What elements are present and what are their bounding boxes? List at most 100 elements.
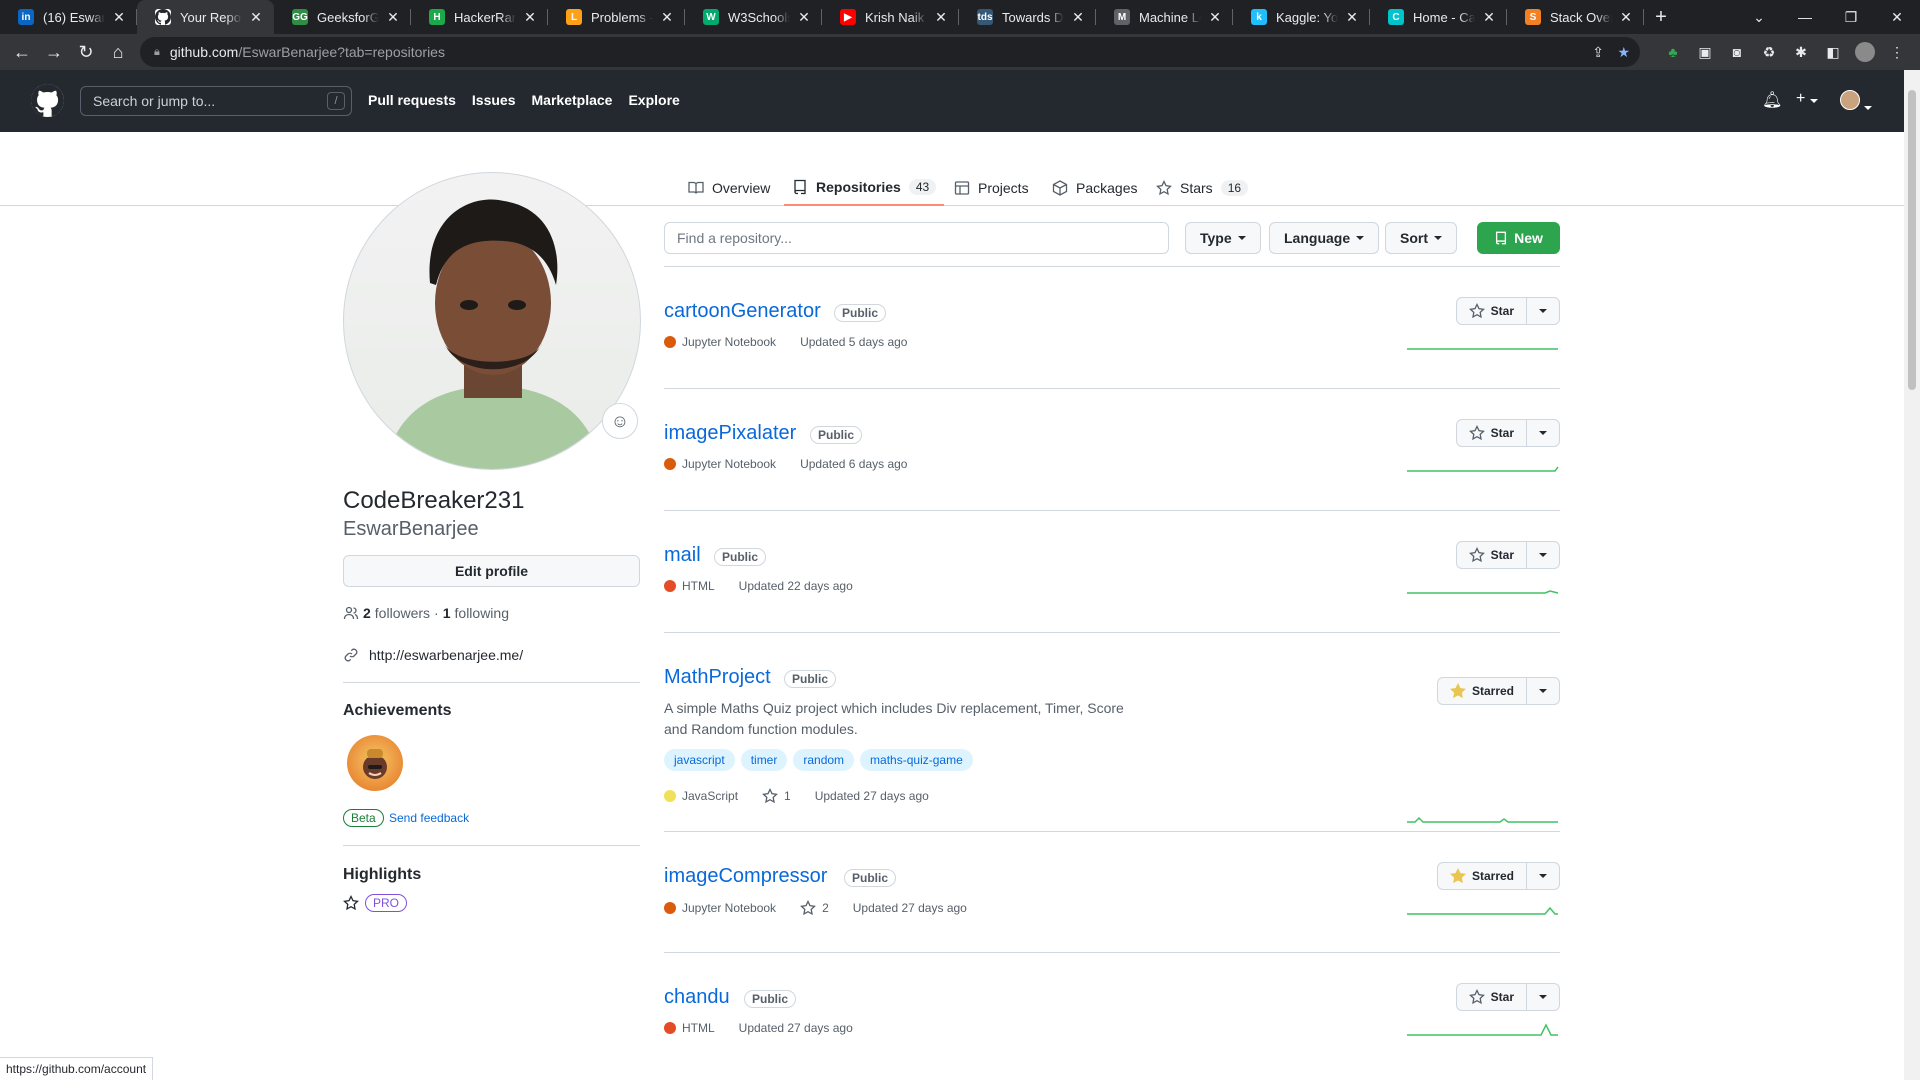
star-button[interactable]: Star <box>1455 983 1560 1011</box>
topic-tag[interactable]: timer <box>740 749 788 771</box>
page-scrollbar[interactable] <box>1904 70 1920 1080</box>
bell-icon[interactable]: 🔔︎ <box>1762 90 1782 110</box>
repo-name-link[interactable]: MathProject <box>664 666 771 689</box>
close-tab-icon[interactable]: ✕ <box>1070 9 1086 26</box>
star-list-dropdown[interactable] <box>1527 542 1559 568</box>
unstar-button[interactable]: Starred <box>1436 677 1560 705</box>
browser-profile-avatar[interactable] <box>1852 39 1878 65</box>
language-filter-button[interactable]: Language <box>1269 222 1380 254</box>
bookmark-star-icon[interactable]: ★ <box>1617 44 1630 61</box>
repo-name-link[interactable]: imagePixalater <box>664 422 796 445</box>
close-tab-icon[interactable]: ✕ <box>1344 9 1360 26</box>
star-button[interactable]: Star <box>1455 297 1560 325</box>
browser-tab[interactable]: in (16) Eswar Be ✕ <box>0 0 137 34</box>
nav-explore[interactable]: Explore <box>628 92 679 108</box>
edit-profile-button[interactable]: Edit profile <box>343 555 640 587</box>
visibility-badge: Public <box>844 869 897 887</box>
browser-tab[interactable]: S Stack Overflo ✕ <box>1507 0 1644 34</box>
close-tab-icon[interactable]: ✕ <box>796 9 812 26</box>
nav-pull-requests[interactable]: Pull requests <box>368 92 456 108</box>
tab-overview[interactable]: Overview <box>680 170 778 206</box>
home-icon[interactable]: ⌂ <box>102 36 134 68</box>
followers-count[interactable]: 2 <box>363 605 371 621</box>
tab-projects[interactable]: Projects <box>946 170 1037 206</box>
repo-name-link[interactable]: imageCompressor <box>664 865 827 888</box>
nav-marketplace[interactable]: Marketplace <box>532 92 613 108</box>
repo-star-count[interactable]: 2 <box>822 901 829 915</box>
following-label[interactable]: following <box>455 605 509 621</box>
star-button[interactable]: Star <box>1455 419 1560 447</box>
browser-tab[interactable]: H HackerRank ✕ <box>411 0 548 34</box>
close-window-icon[interactable]: ✕ <box>1874 0 1920 34</box>
nav-issues[interactable]: Issues <box>472 92 516 108</box>
scrollbar-thumb[interactable] <box>1908 90 1916 390</box>
star-list-dropdown[interactable] <box>1527 298 1559 324</box>
set-status-smiley-icon[interactable]: ☺ <box>602 403 638 439</box>
tab-search-icon[interactable]: ⌄ <box>1736 0 1782 34</box>
repo-name-link[interactable]: mail <box>664 544 701 567</box>
close-tab-icon[interactable]: ✕ <box>933 9 949 26</box>
browser-tab[interactable]: GG GeeksforGeek ✕ <box>274 0 411 34</box>
repo-star-count[interactable]: 1 <box>784 789 791 803</box>
browser-tab[interactable]: k Kaggle: Your ✕ <box>1233 0 1370 34</box>
browser-tab[interactable]: Your Reposito ✕ <box>137 0 274 34</box>
extension-camera-icon[interactable]: ◙ <box>1724 39 1750 65</box>
send-feedback-link[interactable]: Send feedback <box>389 811 469 825</box>
star-list-dropdown[interactable] <box>1527 420 1559 446</box>
new-repository-button[interactable]: New <box>1477 222 1560 254</box>
extension-recycle-icon[interactable]: ♻ <box>1756 39 1782 65</box>
tab-stars[interactable]: Stars 16 <box>1148 170 1256 206</box>
extension-b-icon[interactable]: ▣ <box>1692 39 1718 65</box>
close-tab-icon[interactable]: ✕ <box>522 9 538 26</box>
extensions-puzzle-icon[interactable]: ✱ <box>1788 39 1814 65</box>
create-new-plus-icon[interactable]: + <box>1796 90 1818 108</box>
website-link[interactable]: http://eswarbenarjee.me/ <box>369 647 523 663</box>
repo-name-link[interactable]: chandu <box>664 986 730 1009</box>
browser-tab[interactable]: tds Towards Data ✕ <box>959 0 1096 34</box>
profile-avatar[interactable] <box>343 172 641 470</box>
close-tab-icon[interactable]: ✕ <box>111 9 127 26</box>
extension-tree-icon[interactable]: ♣ <box>1660 39 1686 65</box>
topic-tag[interactable]: maths-quiz-game <box>860 749 973 771</box>
user-avatar-menu[interactable] <box>1840 90 1873 115</box>
close-tab-icon[interactable]: ✕ <box>1207 9 1223 26</box>
browser-tab[interactable]: C Home - Canv ✕ <box>1370 0 1507 34</box>
followers-label[interactable]: followers <box>375 605 430 621</box>
share-icon[interactable]: ⇪ <box>1592 44 1604 61</box>
browser-tab[interactable]: L Problems - Le ✕ <box>548 0 685 34</box>
browser-tab[interactable]: W W3Schools O ✕ <box>685 0 822 34</box>
close-tab-icon[interactable]: ✕ <box>1481 9 1497 26</box>
unstar-button[interactable]: Starred <box>1436 862 1560 890</box>
browser-menu-icon[interactable]: ⋮ <box>1884 39 1910 65</box>
github-logo-icon[interactable] <box>31 84 64 117</box>
sort-button[interactable]: Sort <box>1385 222 1457 254</box>
browser-tab[interactable]: ▶ Krish Naik - Y ✕ <box>822 0 959 34</box>
star-button[interactable]: Star <box>1455 541 1560 569</box>
new-tab-button[interactable]: + <box>1644 0 1678 34</box>
browser-tab[interactable]: M Machine Lear ✕ <box>1096 0 1233 34</box>
star-list-dropdown[interactable] <box>1527 678 1559 704</box>
following-count[interactable]: 1 <box>443 605 451 621</box>
back-icon[interactable]: ← <box>6 36 38 68</box>
close-tab-icon[interactable]: ✕ <box>385 9 401 26</box>
close-tab-icon[interactable]: ✕ <box>1618 9 1634 26</box>
type-filter-button[interactable]: Type <box>1185 222 1261 254</box>
star-list-dropdown[interactable] <box>1527 984 1559 1010</box>
achievement-badge[interactable] <box>347 735 403 791</box>
tab-repositories[interactable]: Repositories 43 <box>784 170 945 206</box>
github-search-input[interactable]: Search or jump to... / <box>80 86 352 116</box>
forward-icon[interactable]: → <box>38 36 70 68</box>
restore-icon[interactable]: ❐ <box>1828 0 1874 34</box>
repo-name-link[interactable]: cartoonGenerator <box>664 300 821 323</box>
star-list-dropdown[interactable] <box>1527 863 1559 889</box>
minimize-icon[interactable]: — <box>1782 0 1828 34</box>
tab-packages[interactable]: Packages <box>1044 170 1145 206</box>
find-repository-input[interactable]: Find a repository... <box>664 222 1169 254</box>
side-panel-icon[interactable]: ◧ <box>1820 39 1846 65</box>
address-bar[interactable]: 🔒︎ github.com/EswarBenarjee?tab=reposito… <box>140 37 1640 67</box>
close-tab-icon[interactable]: ✕ <box>659 9 675 26</box>
close-tab-icon[interactable]: ✕ <box>248 9 264 26</box>
topic-tag[interactable]: javascript <box>664 749 735 771</box>
reload-icon[interactable]: ↻ <box>70 36 102 68</box>
topic-tag[interactable]: random <box>793 749 855 771</box>
